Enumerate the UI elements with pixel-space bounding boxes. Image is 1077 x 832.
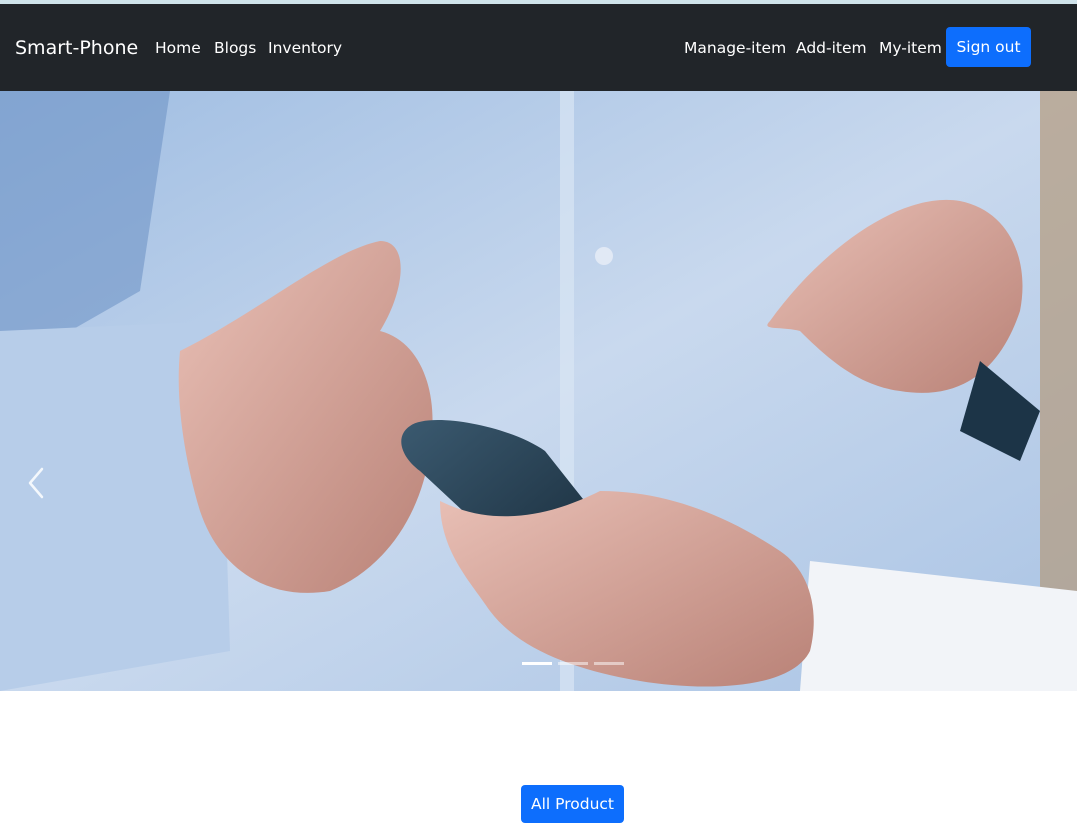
nav-link-home[interactable]: Home [155,38,201,58]
nav-link-blogs[interactable]: Blogs [214,38,256,58]
nav-link-add-item[interactable]: Add-item [796,38,867,58]
chevron-left-icon [28,467,44,499]
carousel-indicator-1[interactable] [522,662,552,665]
sign-out-button[interactable]: Sign out [946,27,1031,67]
hero-carousel [0,91,1077,691]
navbar: Smart-Phone Home Blogs Inventory Manage-… [0,4,1077,91]
all-product-button[interactable]: All Product [521,785,624,823]
brand-link[interactable]: Smart-Phone [15,36,138,60]
nav-link-inventory[interactable]: Inventory [268,38,342,58]
carousel-indicator-2[interactable] [558,662,588,665]
carousel-indicator-3[interactable] [594,662,624,665]
nav-link-my-item[interactable]: My-item [879,38,942,58]
carousel-prev-button[interactable] [22,463,52,503]
hero-slide-image [0,91,1077,691]
nav-link-manage-item[interactable]: Manage-item [684,38,786,58]
